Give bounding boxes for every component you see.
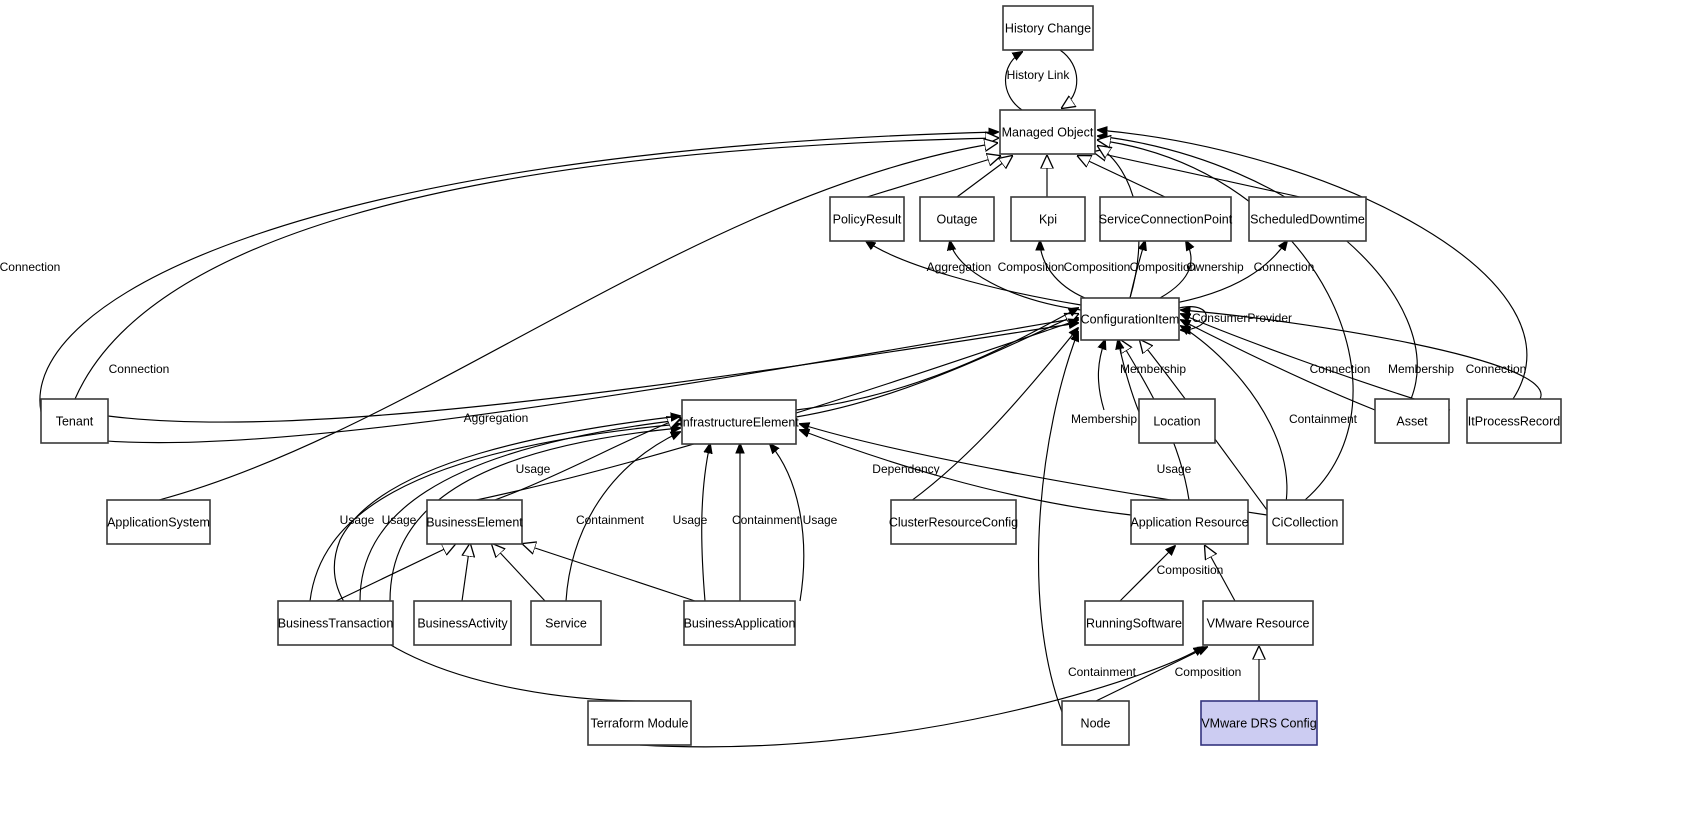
edge-businessactivity-to-businesselement bbox=[462, 544, 470, 602]
node-label-outage: Outage bbox=[936, 212, 977, 226]
class-node-infrastructure_elem[interactable]: InfrastructureElement bbox=[679, 399, 799, 445]
edge-tenant-connection2-ci bbox=[107, 323, 1078, 423]
node-label-tenant: Tenant bbox=[56, 414, 94, 428]
edge-businesstransaction-to-businesselement bbox=[335, 544, 455, 602]
edge-label-connection_sd: Connection bbox=[1254, 260, 1315, 274]
node-label-scheduled_downtime: ScheduledDowntime bbox=[1250, 212, 1365, 226]
edge-label-containment_ci: Containment bbox=[1289, 412, 1358, 426]
class-node-business_activity[interactable]: BusinessActivity bbox=[413, 600, 512, 646]
node-label-configuration_item: ConfigurationItem bbox=[1081, 312, 1180, 326]
node-label-terraform_module: Terraform Module bbox=[591, 716, 689, 730]
edge-label-connection_asset: Connection bbox=[1310, 362, 1371, 376]
edge-label-conn_tenant_top: Connection bbox=[0, 260, 60, 274]
node-label-kpi: Kpi bbox=[1039, 212, 1057, 226]
node-label-policy_result: PolicyResult bbox=[833, 212, 902, 226]
class-node-service[interactable]: Service bbox=[530, 600, 602, 646]
class-node-configuration_item[interactable]: ConfigurationItem bbox=[1080, 297, 1180, 341]
edge-policyresult-to-managedobject bbox=[866, 156, 1000, 198]
edge-label-dependency_crc: Dependency bbox=[872, 462, 939, 476]
class-node-cluster_res_config[interactable]: ClusterResourceConfig bbox=[889, 499, 1018, 545]
node-label-asset: Asset bbox=[1396, 414, 1428, 428]
class-node-tenant[interactable]: Tenant bbox=[40, 398, 109, 444]
edge-node-to-ci bbox=[1037, 332, 1078, 713]
edge-scheduleddowntime-to-managedobject bbox=[1094, 152, 1301, 198]
class-node-running_software[interactable]: RunningSoftware bbox=[1084, 600, 1184, 646]
edge-label-ownership_scp: Ownership bbox=[1186, 260, 1244, 274]
class-diagram-canvas: History Change Managed Object PolicyResult… bbox=[0, 0, 1699, 815]
node-label-managed_object: Managed Object bbox=[1002, 125, 1094, 139]
node-label-application_system: ApplicationSystem bbox=[107, 515, 210, 529]
edge-label-usage_right: Usage bbox=[803, 513, 838, 527]
node-label-history_change: History Change bbox=[1005, 21, 1091, 35]
class-node-ci_collection[interactable]: CiCollection bbox=[1266, 499, 1344, 545]
edge-label-usage_bapp: Usage bbox=[673, 513, 708, 527]
node-label-node: Node bbox=[1081, 716, 1111, 730]
edge-tenant-connection-managedobject bbox=[39, 132, 998, 413]
edge-ci-composition-outage bbox=[950, 241, 1082, 311]
edge-label-composition_appres: Composition bbox=[1157, 563, 1224, 577]
edge-label-containment_bapp: Containment bbox=[732, 513, 801, 527]
node-label-vmware_drs_config: VMware DRS Config bbox=[1201, 716, 1316, 730]
edge-label-conn_tenant_ci: Connection bbox=[109, 362, 170, 376]
edge-outage-to-managedobject bbox=[956, 156, 1012, 198]
node-label-it_process_record: ItProcessRecord bbox=[1468, 414, 1560, 428]
edge-label-layer: History Link Connection Aggregation Composi… bbox=[0, 68, 1526, 679]
edge-label-membership_asset: Membership bbox=[1388, 362, 1454, 376]
edge-label-connection_ipr: Connection bbox=[1466, 362, 1527, 376]
node-label-business_element: BusinessElement bbox=[426, 515, 523, 529]
edge-label-aggregation_policy: Aggregation bbox=[927, 260, 992, 274]
edge-label-containment_node: Containment bbox=[1068, 665, 1137, 679]
class-node-policy_result[interactable]: PolicyResult bbox=[829, 196, 905, 242]
class-node-kpi[interactable]: Kpi bbox=[1010, 196, 1086, 242]
edge-label-consumer_provider: ConsumerProvider bbox=[1192, 311, 1292, 325]
edge-membership-ci-left bbox=[1098, 340, 1105, 411]
class-node-vmware_drs_config[interactable]: VMware DRS Config bbox=[1200, 700, 1318, 746]
class-node-terraform_module[interactable]: Terraform Module bbox=[587, 700, 692, 746]
class-node-outage[interactable]: Outage bbox=[919, 196, 995, 242]
class-node-history_change[interactable]: History Change bbox=[1002, 5, 1094, 51]
edge-label-usage_ba: Usage bbox=[382, 513, 417, 527]
node-label-vmware_resource: VMware Resource bbox=[1207, 616, 1310, 630]
class-node-managed_object[interactable]: Managed Object bbox=[999, 109, 1096, 155]
edge-label-membership_ci: Membership bbox=[1071, 412, 1137, 426]
edge-label-composition_vmware: Composition bbox=[1175, 665, 1242, 679]
edge-businessapplication-to-businesselement bbox=[523, 544, 696, 602]
node-label-application_resource: Application Resource bbox=[1130, 515, 1248, 529]
class-node-application_resource[interactable]: Application Resource bbox=[1130, 499, 1249, 545]
class-node-node[interactable]: Node bbox=[1061, 700, 1130, 746]
edge-label-composition_outage: Composition bbox=[998, 260, 1065, 274]
node-label-location: Location bbox=[1153, 414, 1200, 428]
class-node-scheduled_downtime[interactable]: ScheduledDowntime bbox=[1248, 196, 1367, 242]
class-node-application_system[interactable]: ApplicationSystem bbox=[106, 499, 211, 545]
node-label-ci_collection: CiCollection bbox=[1272, 515, 1339, 529]
edge-label-usage_appres: Usage bbox=[1157, 462, 1192, 476]
node-label-cluster_res_config: ClusterResourceConfig bbox=[889, 515, 1018, 529]
edge-label-containment_svc: Containment bbox=[576, 513, 645, 527]
node-label-service: Service bbox=[545, 616, 587, 630]
node-label-infrastructure_elem: InfrastructureElement bbox=[679, 415, 799, 429]
class-node-business_element[interactable]: BusinessElement bbox=[426, 499, 523, 545]
edge-scp-to-managedobject bbox=[1078, 156, 1166, 198]
edge-label-membership_location: Membership bbox=[1120, 362, 1186, 376]
class-node-business_application[interactable]: BusinessApplication bbox=[683, 600, 796, 646]
class-node-it_process_record[interactable]: ItProcessRecord bbox=[1466, 398, 1562, 444]
edge-label-usage_bt: Usage bbox=[340, 513, 375, 527]
edge-label-usage_be: Usage bbox=[516, 462, 551, 476]
node-label-business_activity: BusinessActivity bbox=[417, 616, 508, 630]
class-node-service_conn_point[interactable]: ServiceConnectionPoint bbox=[1099, 196, 1233, 242]
edge-label-history_link: History Link bbox=[1007, 68, 1071, 82]
class-node-business_transaction[interactable]: BusinessTransaction bbox=[277, 600, 394, 646]
node-label-business_transaction: BusinessTransaction bbox=[278, 616, 394, 630]
node-label-running_software: RunningSoftware bbox=[1086, 616, 1182, 630]
edge-terraformmodule-to-ie bbox=[333, 416, 680, 702]
class-node-asset[interactable]: Asset bbox=[1374, 398, 1450, 444]
edge-label-composition_kpi: Composition bbox=[1064, 260, 1131, 274]
edge-label-aggregation_ie: Aggregation bbox=[464, 411, 529, 425]
class-node-vmware_resource[interactable]: VMware Resource bbox=[1202, 600, 1314, 646]
edge-service-to-businesselement bbox=[492, 544, 546, 602]
node-label-business_application: BusinessApplication bbox=[684, 616, 796, 630]
class-node-location[interactable]: Location bbox=[1138, 398, 1216, 444]
node-label-service_conn_point: ServiceConnectionPoint bbox=[1099, 212, 1233, 226]
